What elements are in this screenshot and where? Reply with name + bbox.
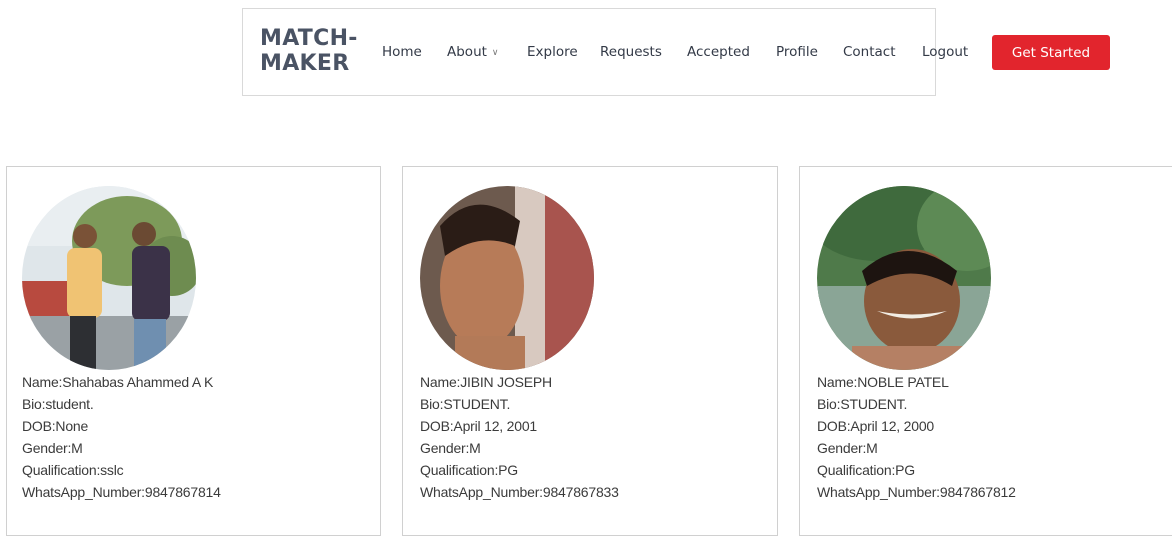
profile-photo <box>22 186 196 370</box>
profile-gender: Gender:M <box>22 440 83 456</box>
profile-card: Name:Shahabas Ahammed A K Bio:student. D… <box>6 166 381 536</box>
profile-info: Name:NOBLE PATEL Bio:STUDENT. DOB:April … <box>817 371 1016 503</box>
nav-profile[interactable]: Profile <box>776 44 818 60</box>
logo-line-2: MAKER <box>260 51 350 76</box>
nav-logout[interactable]: Logout <box>922 44 968 60</box>
profile-bio: Bio:student. <box>22 396 94 412</box>
profile-qualification: Qualification:PG <box>420 462 518 478</box>
profile-name: Name:NOBLE PATEL <box>817 374 949 390</box>
profile-gender: Gender:M <box>817 440 878 456</box>
profile-dob: DOB:None <box>22 418 89 434</box>
chevron-down-icon: ∨ <box>491 48 499 58</box>
nav-accepted[interactable]: Accepted <box>687 44 750 60</box>
profile-info: Name:Shahabas Ahammed A K Bio:student. D… <box>22 371 221 503</box>
profile-photo <box>817 186 991 370</box>
nav-about-label: About <box>447 44 487 60</box>
profile-card: Name:NOBLE PATEL Bio:STUDENT. DOB:April … <box>799 166 1172 536</box>
profile-bio: Bio:STUDENT. <box>817 396 908 412</box>
nav-contact[interactable]: Contact <box>843 44 896 60</box>
nav-explore[interactable]: Explore <box>527 44 578 60</box>
nav-requests-label: Requests <box>600 44 662 60</box>
profile-name: Name:Shahabas Ahammed A K <box>22 374 214 390</box>
nav-home[interactable]: Home <box>382 44 422 60</box>
profile-whatsapp: WhatsApp_Number:9847867833 <box>420 484 619 500</box>
nav-accepted-label: Accepted <box>687 44 750 60</box>
nav-profile-label: Profile <box>776 44 818 60</box>
nav-logout-label: Logout <box>922 44 969 60</box>
profile-name: Name:JIBIN JOSEPH <box>420 374 552 390</box>
get-started-label: Get Started <box>1011 44 1091 61</box>
profile-bio: Bio:STUDENT. <box>420 396 511 412</box>
profile-info: Name:JIBIN JOSEPH Bio:STUDENT. DOB:April… <box>420 371 619 503</box>
profile-card: Name:JIBIN JOSEPH Bio:STUDENT. DOB:April… <box>402 166 778 536</box>
nav-home-label: Home <box>382 44 422 60</box>
profile-photo <box>420 186 594 370</box>
get-started-button[interactable]: Get Started <box>992 35 1110 70</box>
profile-gender: Gender:M <box>420 440 481 456</box>
nav-contact-label: Contact <box>843 44 896 60</box>
site-logo[interactable]: MATCH- MAKER <box>260 26 358 76</box>
profile-whatsapp: WhatsApp_Number:9847867814 <box>22 484 221 500</box>
profile-whatsapp: WhatsApp_Number:9847867812 <box>817 484 1016 500</box>
nav-explore-label: Explore <box>527 44 578 60</box>
logo-line-1: MATCH- <box>260 26 358 51</box>
nav-requests[interactable]: Requests <box>600 44 662 60</box>
profile-qualification: Qualification:PG <box>817 462 915 478</box>
nav-about-dropdown[interactable]: About ∨ <box>447 44 499 60</box>
profile-dob: DOB:April 12, 2001 <box>420 418 538 434</box>
profile-dob: DOB:April 12, 2000 <box>817 418 935 434</box>
profile-qualification: Qualification:sslc <box>22 462 124 478</box>
